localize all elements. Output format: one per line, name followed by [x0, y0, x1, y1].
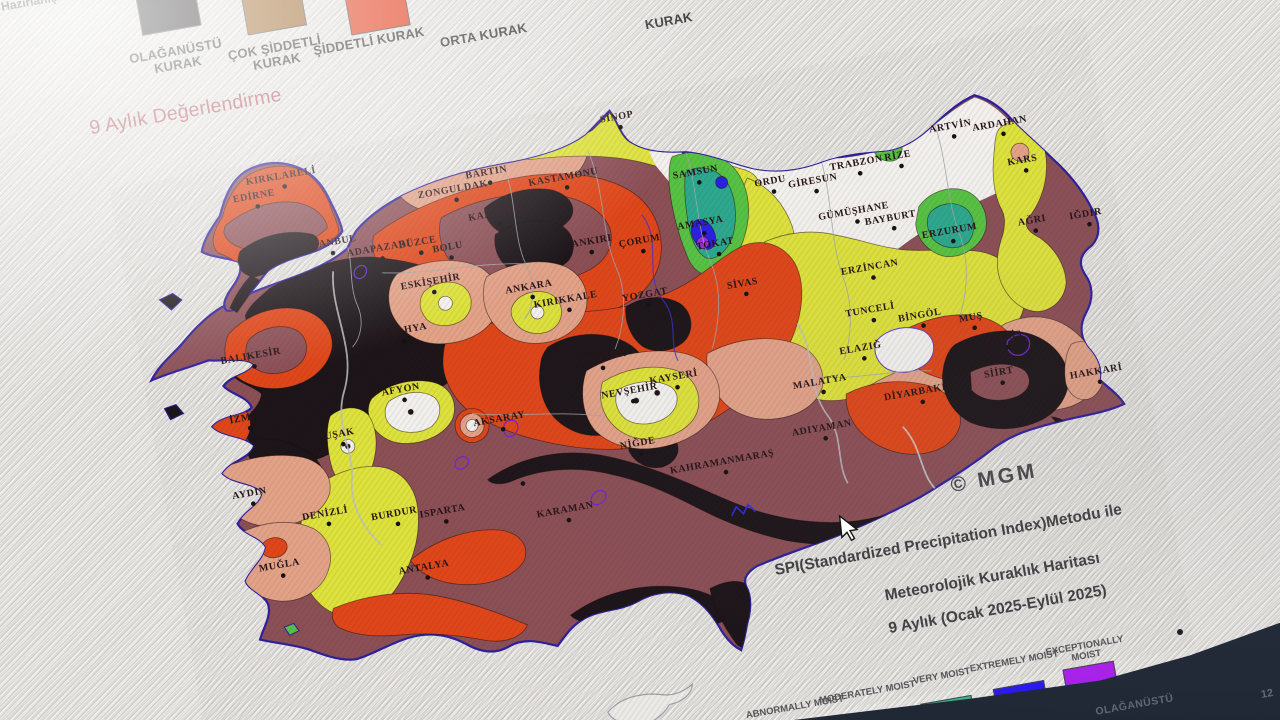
drought-legend-swatch	[134, 0, 201, 36]
mouse-cursor	[838, 513, 861, 543]
section-title: 9 Aylık Değerlendirme	[88, 84, 284, 140]
cyprus-outline	[606, 684, 698, 720]
moist-legend-swatch	[993, 680, 1052, 720]
city-dot	[330, 250, 335, 255]
drought-legend-swatch	[240, 0, 307, 35]
turkey-drought-map[interactable]: KIRKLARELİEDİRNEİSTANBULADAPAZARIDÜZCEBO…	[109, 17, 1195, 720]
stray-dot	[1177, 629, 1183, 635]
moist-legend-swatch	[846, 711, 905, 720]
page-content: OLAĞANÜSTÜ KURAKÇOK ŞİDDETLİ KURAKŞİDDET…	[0, 0, 1280, 720]
drought-legend-label: ORTA KURAK	[420, 18, 547, 54]
corner-faint-number: 12	[1260, 687, 1274, 701]
drought-legend-label: KURAK	[606, 3, 733, 39]
screen-photo: OLAĞANÜSTÜ KURAKÇOK ŞİDDETLİ KURAKŞİDDET…	[0, 0, 1280, 720]
moist-legend-swatch	[920, 695, 979, 720]
